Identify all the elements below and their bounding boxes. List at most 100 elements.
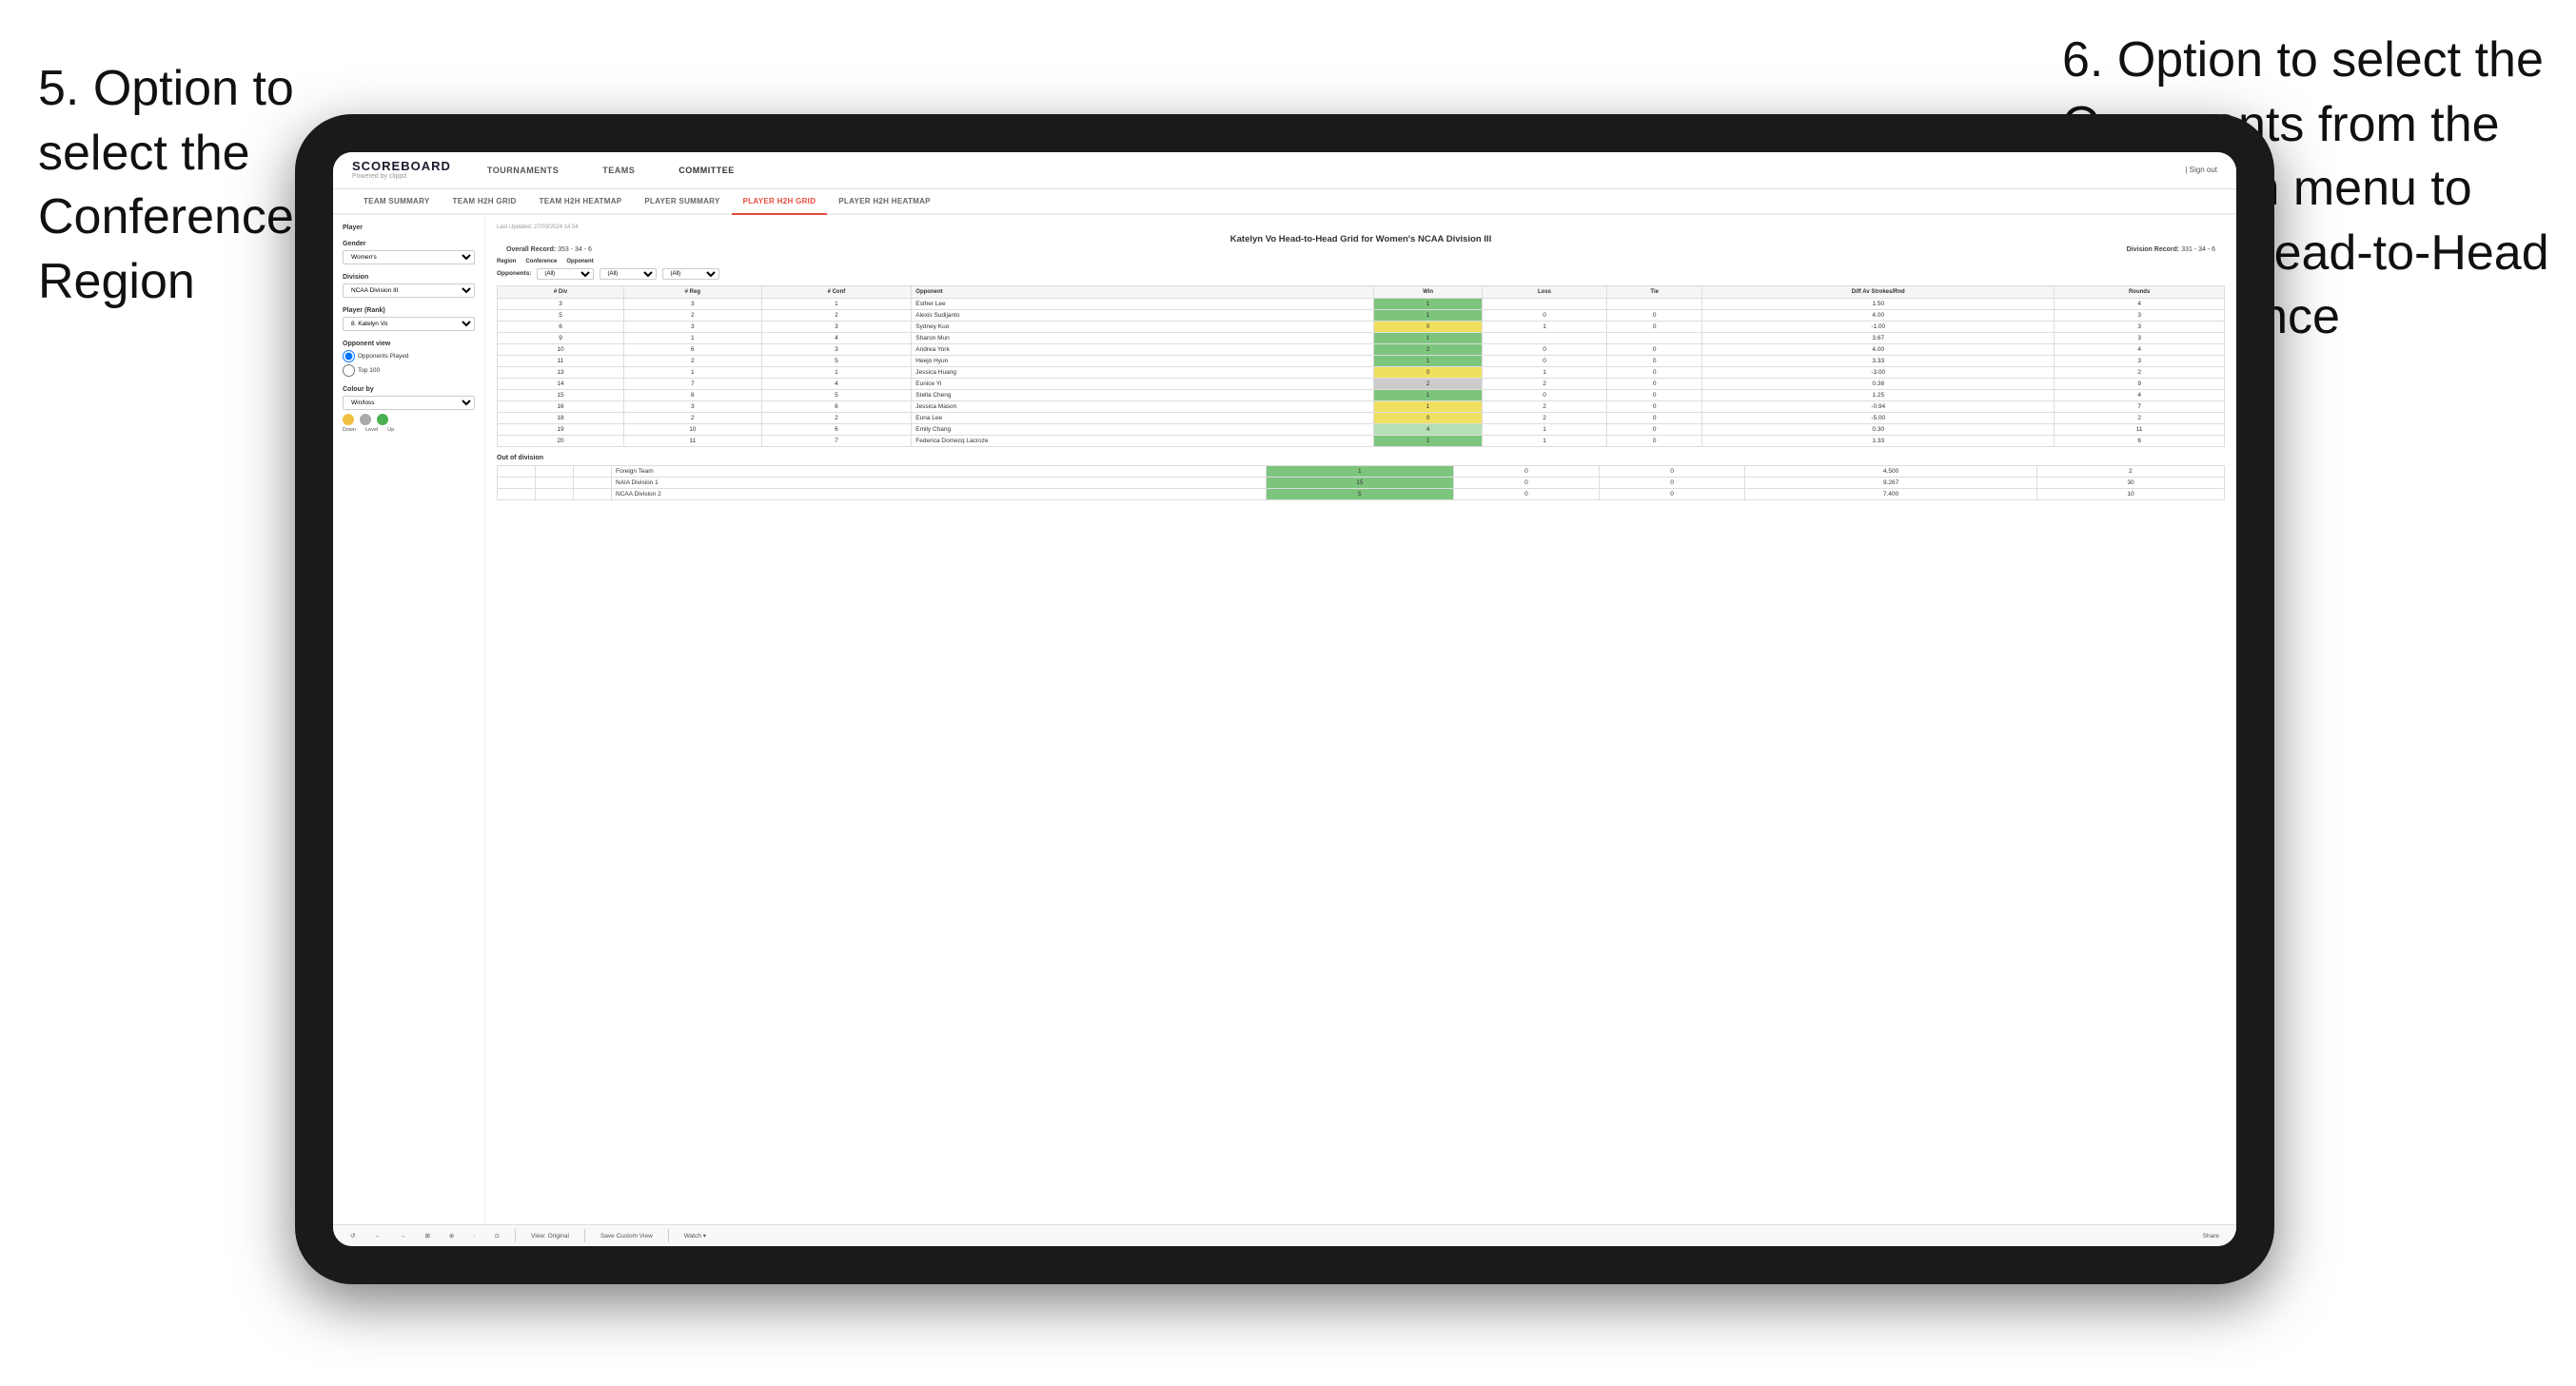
th-div: # Div bbox=[498, 285, 624, 298]
dot-up bbox=[377, 414, 388, 425]
nav-committee[interactable]: COMMITTEE bbox=[671, 162, 742, 179]
filter-group-opponent: Opponent bbox=[566, 259, 593, 264]
tablet-device: SCOREBOARD Powered by clippd TOURNAMENTS… bbox=[295, 114, 2274, 1284]
panel-title: Katelyn Vo Head-to-Head Grid for Women's… bbox=[497, 234, 2225, 244]
toolbar-undo[interactable]: ↺ bbox=[344, 1230, 361, 1241]
sub-nav-player-h2h-heatmap[interactable]: PLAYER H2H HEATMAP bbox=[827, 189, 942, 215]
filter-sub-row: Opponents: (All) (All) (All) bbox=[497, 268, 2225, 280]
sidebar-colour-by-section: Colour by Win/loss Down Level Up bbox=[343, 386, 475, 433]
main-content: Player Gender Women's Division NCAA Divi… bbox=[333, 215, 2236, 1224]
radio-top100[interactable]: Top 100 bbox=[343, 364, 475, 377]
toolbar-sep bbox=[515, 1229, 516, 1242]
table-row: 3 3 1 Esther Lee 1 1.50 4 bbox=[498, 298, 2225, 309]
filter-row: Region Conference Opponent bbox=[497, 259, 2225, 264]
division-record-label: Division Record: bbox=[2127, 246, 2180, 253]
colour-labels: Down Level Up bbox=[343, 427, 475, 433]
th-win: Win bbox=[1374, 285, 1483, 298]
filter-group-conference: Conference bbox=[525, 259, 557, 264]
sub-nav-team-h2h-heatmap[interactable]: TEAM H2H HEATMAP bbox=[528, 189, 634, 215]
table-row: NAIA Division 1 15 0 0 9.267 30 bbox=[498, 477, 2225, 488]
overall-record-value: 353 - 34 - 6 bbox=[558, 246, 592, 253]
opponent-select[interactable]: (All) bbox=[662, 268, 719, 280]
th-tie: Tie bbox=[1607, 285, 1702, 298]
table-row: 5 2 2 Alexis Sudijanto 1 0 0 4.00 3 bbox=[498, 309, 2225, 321]
toolbar-grid[interactable]: ⊞ bbox=[419, 1230, 435, 1241]
sidebar: Player Gender Women's Division NCAA Divi… bbox=[333, 215, 485, 1224]
sidebar-player-section: Player bbox=[343, 224, 475, 231]
division-record-value: 331 - 34 - 6 bbox=[2181, 246, 2215, 253]
table-row: 18 2 2 Euna Lee 0 2 0 -5.00 2 bbox=[498, 412, 2225, 423]
toolbar-view-original[interactable]: View: Original bbox=[525, 1231, 575, 1241]
sub-nav-player-h2h-grid[interactable]: PLAYER H2H GRID bbox=[732, 189, 828, 215]
filter-group-region: Region bbox=[497, 259, 516, 264]
sub-nav-team-h2h-grid[interactable]: TEAM H2H GRID bbox=[442, 189, 528, 215]
toolbar-watch[interactable]: Watch ▾ bbox=[678, 1230, 712, 1241]
table-row: 15 8 5 Stella Cheng 1 0 0 1.25 4 bbox=[498, 389, 2225, 400]
opponents-label: Opponents: bbox=[497, 270, 531, 277]
colour-dots bbox=[343, 414, 475, 425]
nav-teams[interactable]: TEAMS bbox=[595, 162, 642, 179]
tablet-screen: SCOREBOARD Powered by clippd TOURNAMENTS… bbox=[333, 152, 2236, 1246]
sidebar-player-rank-label: Player (Rank) bbox=[343, 307, 475, 314]
table-row: 20 11 7 Federica Domecq Lacroze 2 1 0 1.… bbox=[498, 435, 2225, 446]
top-nav: SCOREBOARD Powered by clippd TOURNAMENTS… bbox=[333, 152, 2236, 189]
overall-record-label: Overall Record: bbox=[506, 246, 556, 253]
conference-filter-label: Conference bbox=[525, 259, 557, 264]
table-row: Foreign Team 1 0 0 4.500 2 bbox=[498, 465, 2225, 477]
table-row: NCAA Division 2 5 0 0 7.400 10 bbox=[498, 488, 2225, 499]
region-select[interactable]: (All) bbox=[537, 268, 594, 280]
toolbar-share[interactable]: Share bbox=[2197, 1231, 2225, 1241]
opponent-filter-label: Opponent bbox=[566, 259, 593, 264]
table-row: 16 3 6 Jessica Mason 1 2 0 -0.94 7 bbox=[498, 400, 2225, 412]
h2h-table: # Div # Reg # Conf Opponent Win Loss Tie… bbox=[497, 285, 2225, 447]
radio-opponents-played[interactable]: Opponents Played bbox=[343, 350, 475, 362]
th-rounds: Rounds bbox=[2055, 285, 2225, 298]
nav-tournaments[interactable]: TOURNAMENTS bbox=[480, 162, 566, 179]
th-reg: # Reg bbox=[624, 285, 761, 298]
table-row: 11 2 5 Heejo Hyun 1 0 0 3.33 3 bbox=[498, 355, 2225, 366]
th-diff: Diff Av Strokes/Rnd bbox=[1702, 285, 2055, 298]
sidebar-opponent-view-label: Opponent view bbox=[343, 341, 475, 347]
sidebar-division-section: Division NCAA Division III bbox=[343, 274, 475, 298]
table-row: 10 6 3 Andrea York 2 0 0 4.00 4 bbox=[498, 343, 2225, 355]
sub-nav: TEAM SUMMARY TEAM H2H GRID TEAM H2H HEAT… bbox=[333, 189, 2236, 215]
sub-nav-player-summary[interactable]: PLAYER SUMMARY bbox=[633, 189, 731, 215]
table-row: 19 10 6 Emily Chang 4 1 0 0.30 11 bbox=[498, 423, 2225, 435]
filter-section: Region Conference Opponent Opponents: (A… bbox=[497, 259, 2225, 280]
table-row: 13 1 1 Jessica Huang 0 1 0 -3.00 2 bbox=[498, 366, 2225, 378]
table-header-row: # Div # Reg # Conf Opponent Win Loss Tie… bbox=[498, 285, 2225, 298]
table-row: 9 1 4 Sharon Mun 1 3.67 3 bbox=[498, 332, 2225, 343]
bottom-toolbar: ↺ ← → ⊞ ⊕ · ⊙ View: Original Save Custom… bbox=[333, 1224, 2236, 1246]
right-panel: Last Updated: 27/03/2024 14:54 Katelyn V… bbox=[485, 215, 2236, 1224]
toolbar-forward[interactable]: → bbox=[394, 1231, 412, 1241]
toolbar-back[interactable]: ← bbox=[368, 1231, 386, 1241]
sidebar-player-rank-select[interactable]: 8. Katelyn Vo bbox=[343, 317, 475, 331]
last-updated: Last Updated: 27/03/2024 14:54 bbox=[497, 224, 2225, 230]
conference-select[interactable]: (All) bbox=[600, 268, 657, 280]
th-conf: # Conf bbox=[761, 285, 912, 298]
toolbar-save-custom[interactable]: Save Custom View bbox=[595, 1231, 659, 1241]
sidebar-opponent-radio: Opponents Played Top 100 bbox=[343, 350, 475, 377]
dot-level bbox=[360, 414, 371, 425]
toolbar-add[interactable]: ⊕ bbox=[443, 1230, 460, 1241]
table-row: 6 3 3 Sydney Kuo 0 1 0 -1.00 3 bbox=[498, 321, 2225, 332]
toolbar-sep2 bbox=[584, 1229, 585, 1242]
sidebar-gender-select[interactable]: Women's bbox=[343, 250, 475, 264]
sidebar-colour-by-label: Colour by bbox=[343, 386, 475, 393]
sign-out-button[interactable]: | Sign out bbox=[2185, 166, 2217, 174]
sidebar-opponent-view-section: Opponent view Opponents Played Top 100 bbox=[343, 341, 475, 377]
sidebar-colour-by-select[interactable]: Win/loss bbox=[343, 396, 475, 410]
out-of-division-header: Out of division bbox=[497, 455, 2225, 461]
sidebar-gender-label: Gender bbox=[343, 241, 475, 247]
th-loss: Loss bbox=[1482, 285, 1606, 298]
toolbar-sep3 bbox=[668, 1229, 669, 1242]
toolbar-circle[interactable]: ⊙ bbox=[489, 1230, 505, 1241]
sub-nav-team-summary[interactable]: TEAM SUMMARY bbox=[352, 189, 442, 215]
logo-text: SCOREBOARD bbox=[352, 160, 451, 173]
toolbar-dot[interactable]: · bbox=[467, 1231, 481, 1241]
sidebar-player-rank-section: Player (Rank) 8. Katelyn Vo bbox=[343, 307, 475, 331]
th-opponent: Opponent bbox=[912, 285, 1374, 298]
sidebar-division-select[interactable]: NCAA Division III bbox=[343, 283, 475, 298]
region-filter-label: Region bbox=[497, 259, 516, 264]
out-of-division-table: Foreign Team 1 0 0 4.500 2 NAIA Division… bbox=[497, 465, 2225, 500]
